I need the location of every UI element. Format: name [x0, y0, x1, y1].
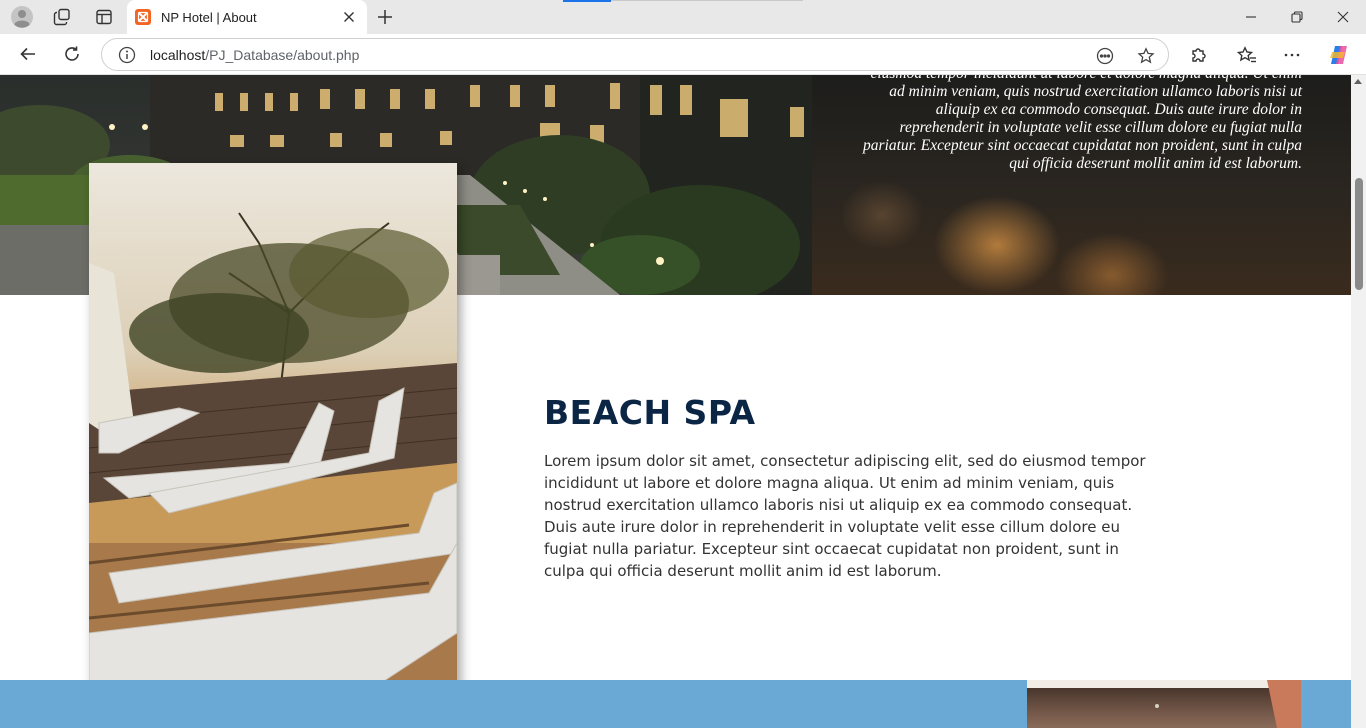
tab-title: NP Hotel | About	[161, 9, 257, 25]
more-icon[interactable]	[1279, 42, 1305, 68]
scroll-up-icon[interactable]	[1354, 79, 1362, 84]
hero-paragraph: eiusmod tempor incididunt ut labore et d…	[863, 75, 1302, 172]
xampp-favicon-icon	[135, 9, 151, 25]
scrollbar-thumb[interactable]	[1355, 178, 1363, 290]
read-aloud-icon[interactable]	[1094, 45, 1116, 67]
profile-avatar-icon[interactable]	[8, 5, 36, 29]
loading-track	[611, 0, 803, 1]
minimize-icon[interactable]	[1228, 0, 1274, 34]
beach-spa-image	[89, 163, 457, 704]
url-host: localhost	[150, 47, 206, 63]
close-window-icon[interactable]	[1320, 0, 1366, 34]
vertical-tabs-icon[interactable]	[90, 5, 118, 29]
page-scrollbar[interactable]	[1351, 75, 1366, 728]
tab-strip: NP Hotel | About	[0, 0, 1366, 34]
room-image	[1027, 680, 1301, 728]
section-paragraph: Lorem ipsum dolor sit amet, consectetur …	[544, 452, 1146, 580]
loading-indicator	[563, 0, 611, 2]
url-path: /PJ_Database/about.php	[205, 47, 360, 63]
section-heading: BEACH SPA	[544, 393, 756, 432]
page-viewport: eiusmod tempor incididunt ut labore et d…	[0, 75, 1351, 728]
toolbar: localhost/PJ_Database/about.php	[0, 34, 1366, 75]
close-icon[interactable]	[337, 5, 361, 29]
back-arrow-icon[interactable]	[13, 40, 43, 68]
plus-icon[interactable]	[372, 5, 398, 29]
copilot-icon[interactable]	[1326, 42, 1352, 68]
favorites-icon[interactable]	[1234, 42, 1260, 68]
star-icon[interactable]	[1135, 45, 1157, 67]
refresh-icon[interactable]	[57, 40, 87, 68]
puzzle-icon[interactable]	[1186, 42, 1212, 68]
url-text[interactable]: localhost/PJ_Database/about.php	[150, 47, 359, 63]
restore-icon[interactable]	[1274, 0, 1320, 34]
info-icon[interactable]	[118, 46, 136, 64]
address-bar[interactable]: localhost/PJ_Database/about.php	[101, 38, 1169, 71]
active-tab[interactable]: NP Hotel | About	[127, 0, 367, 34]
workspaces-icon[interactable]	[48, 5, 76, 29]
